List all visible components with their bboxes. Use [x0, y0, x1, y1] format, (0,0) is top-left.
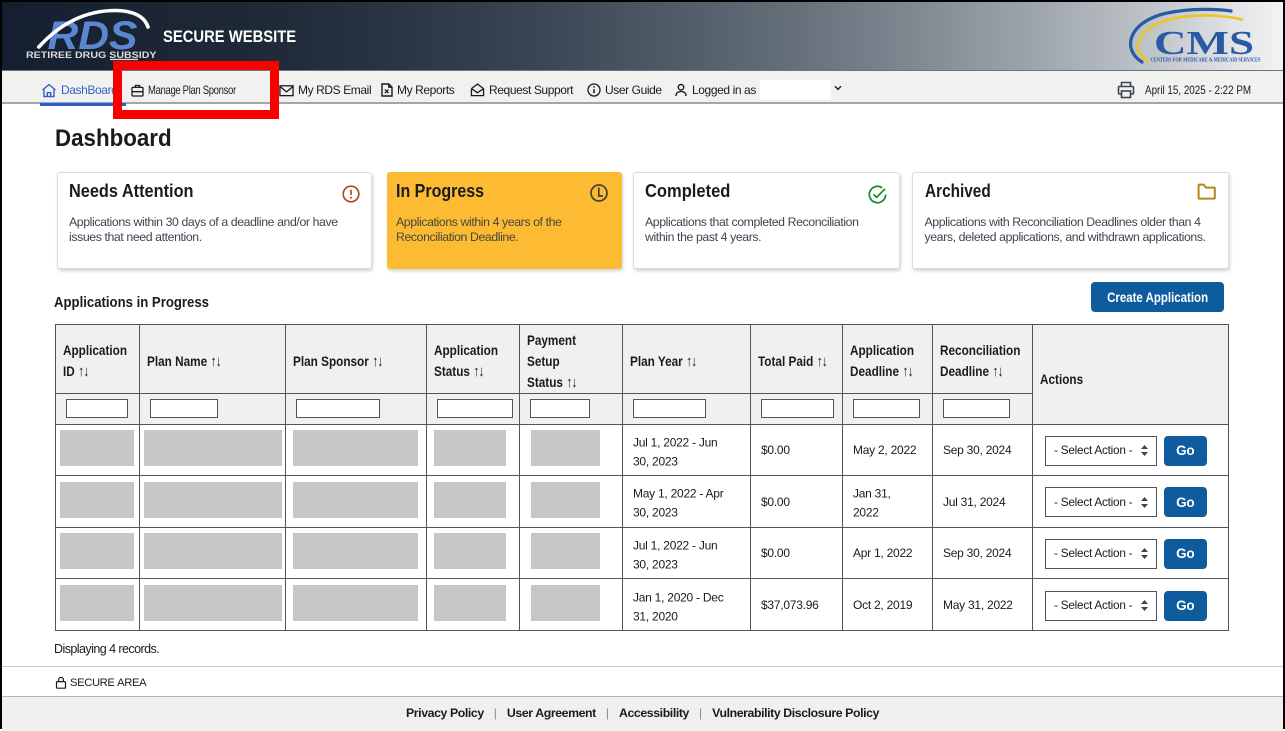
svg-text:RETIREE DRUG SUBSIDY: RETIREE DRUG SUBSIDY: [26, 50, 157, 60]
svg-text:CENTERS FOR MEDICARE & MEDICAI: CENTERS FOR MEDICARE & MEDICAID SERVICES: [1151, 58, 1261, 64]
svg-text:CMS: CMS: [1154, 25, 1254, 62]
